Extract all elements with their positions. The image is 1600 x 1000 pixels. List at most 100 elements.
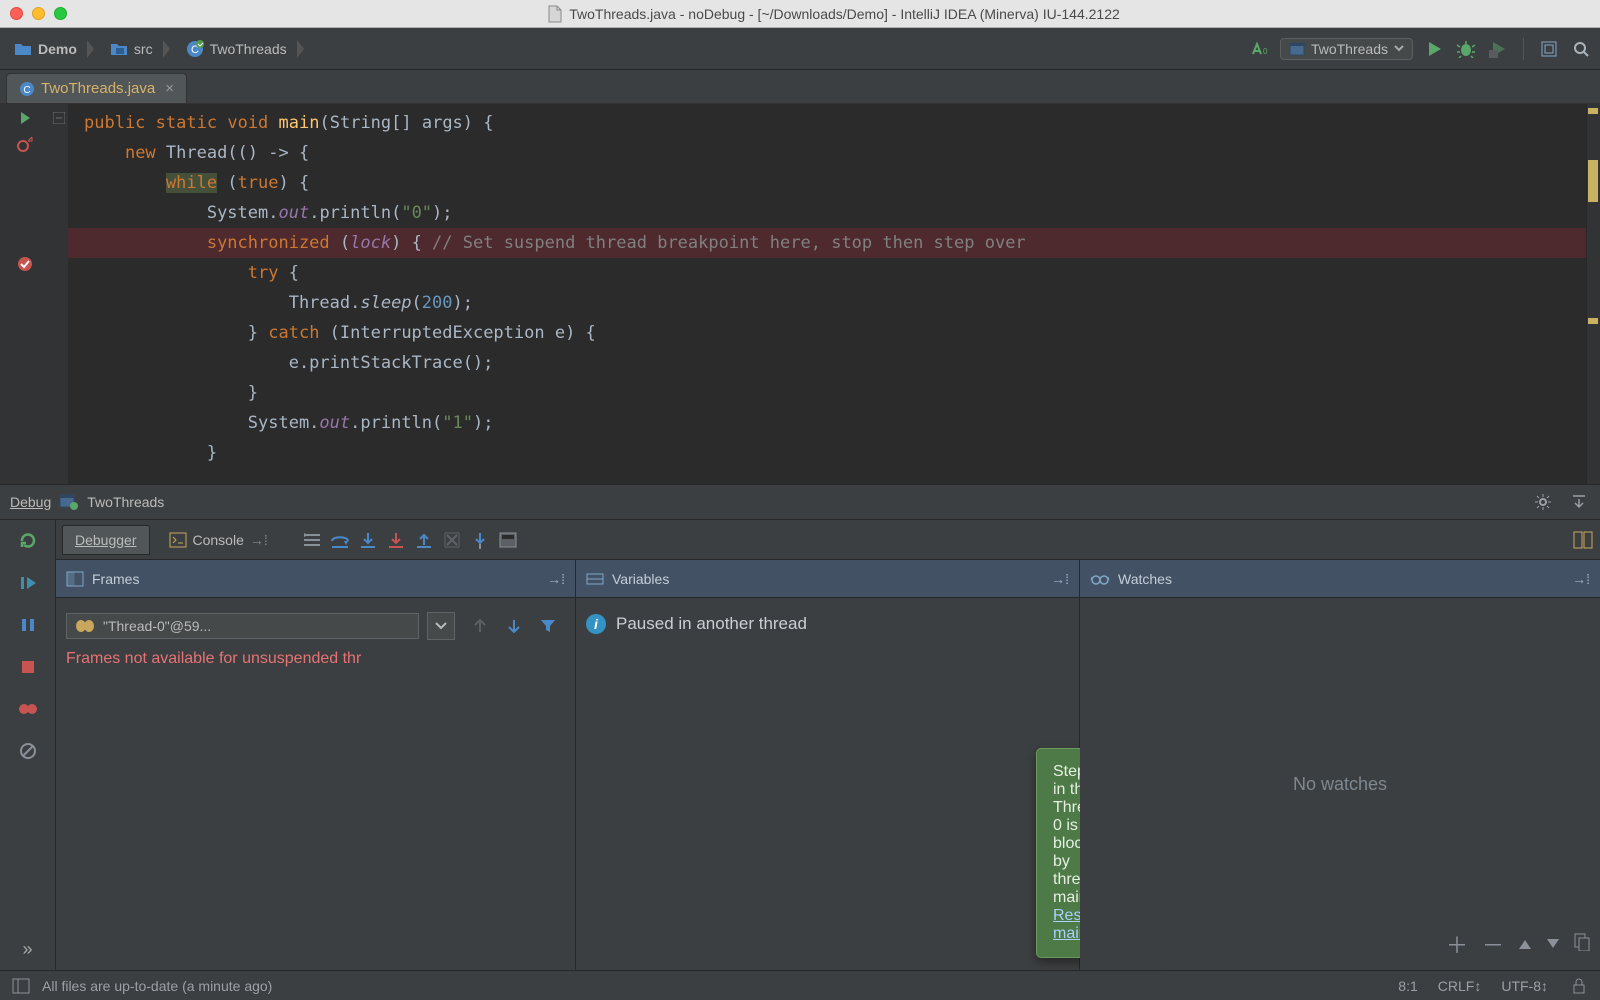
line-separator-selector[interactable]: CRLF↕ [1438,978,1482,994]
thread-selector[interactable]: "Thread-0"@59... [66,613,419,639]
file-icon [547,5,563,23]
breadcrumb-label: Demo [38,41,77,57]
force-step-into-button[interactable] [385,529,407,551]
prev-frame-button[interactable] [469,615,491,637]
restore-layout-button[interactable] [1572,529,1594,551]
run-gutter-icon[interactable] [15,108,35,128]
lock-icon [1572,978,1586,994]
variables-msg-text: Paused in another thread [616,614,807,634]
debug-toolwindow-header[interactable]: Debug TwoThreads [0,484,1600,520]
frames-panel-header[interactable]: Frames →⁞ [56,560,575,598]
debug-panels: Frames →⁞ "Thread-0"@59... [56,560,1600,970]
view-breakpoints-button[interactable] [17,698,39,720]
breadcrumb-class[interactable]: C TwoThreads [180,37,314,61]
readonly-toggle[interactable] [1568,975,1590,997]
run-config-name: TwoThreads [1311,41,1388,57]
debugger-tab-label: Debugger [75,532,137,548]
encoding-selector[interactable]: UTF-8↕ [1501,978,1548,994]
resume-button[interactable] [17,572,39,594]
run-to-cursor-button[interactable] [469,529,491,551]
search-icon [1572,40,1590,58]
fold-column[interactable] [50,104,68,484]
settings-button[interactable] [1532,491,1554,513]
rerun-button[interactable] [17,530,39,552]
more-button[interactable]: » [17,938,39,960]
search-everywhere-button[interactable] [1570,38,1592,60]
fold-icon[interactable] [53,112,65,124]
status-message: All files are up-to-date (a minute ago) [42,978,272,994]
svg-text:01: 01 [1263,47,1268,56]
class-icon: C [19,81,35,97]
frames-panel-title: Frames [92,571,139,587]
info-icon: i [586,614,606,634]
breadcrumb-label: TwoThreads [210,41,287,57]
editor-tab-twothreads[interactable]: C TwoThreads.java × [6,73,187,103]
caret-position[interactable]: 8:1 [1398,978,1417,994]
panel-options-button[interactable]: →⁞ [1051,571,1069,587]
toolwindows-quick-access-button[interactable] [10,975,32,997]
minimize-window-button[interactable] [32,7,45,20]
source-folder-icon [110,41,128,57]
chevron-down-icon [435,621,447,631]
debugger-toolbar: Debugger Console →⁞ [56,520,1600,560]
step-into-button[interactable] [357,529,379,551]
code-editor[interactable]: public static void main(String[] args) {… [68,104,1600,484]
close-window-button[interactable] [10,7,23,20]
application-icon [59,493,79,511]
mute-breakpoints-button[interactable] [17,740,39,762]
zoom-window-button[interactable] [54,7,67,20]
watches-empty-label: No watches ＋ － [1080,598,1600,970]
run-config-selector[interactable]: TwoThreads [1280,38,1413,60]
highlight-marker[interactable] [1588,160,1598,202]
breadcrumb-project[interactable]: Demo [8,37,104,61]
breadcrumb-src[interactable]: src [104,37,180,61]
breakpoint-icon[interactable] [15,254,35,274]
window-title: TwoThreads.java - noDebug - [~/Downloads… [77,5,1590,23]
gutter[interactable] [0,104,50,484]
filter-icon [540,618,556,634]
thread-dropdown-button[interactable] [427,612,455,640]
gear-icon [1534,493,1552,511]
step-out-button[interactable] [413,529,435,551]
next-frame-button[interactable] [503,615,525,637]
project-structure-button[interactable] [1538,38,1560,60]
filter-button[interactable] [537,615,559,637]
highlight-marker[interactable] [1588,318,1598,324]
thread-selector-row: "Thread-0"@59... [66,612,565,640]
variables-panel-header[interactable]: Variables →⁞ [576,560,1079,598]
show-execution-point-button[interactable] [301,529,323,551]
stop-button[interactable] [17,656,39,678]
folder-icon [14,41,32,57]
debugger-tab[interactable]: Debugger [62,525,150,555]
warning-marker[interactable] [1588,108,1598,114]
console-tab[interactable]: Console →⁞ [156,525,281,555]
move-up-watch-button[interactable] [1518,934,1532,955]
breadcrumb-label: src [134,41,153,57]
move-down-watch-button[interactable] [1546,934,1560,955]
remove-watch-button[interactable]: － [1482,928,1504,960]
debug-button[interactable] [1455,38,1477,60]
error-stripe[interactable] [1586,104,1600,484]
traffic-lights [10,7,67,20]
close-tab-button[interactable]: × [165,80,174,97]
method-exit-icon[interactable] [15,134,35,154]
glasses-icon [1090,571,1110,587]
run-coverage-button[interactable] [1487,38,1509,60]
watches-panel-header[interactable]: Watches →⁞ [1080,560,1600,598]
thread-name: "Thread-0"@59... [103,618,211,634]
panel-options-button[interactable]: →⁞ [547,571,565,587]
copy-watch-button[interactable] [1574,933,1590,956]
variables-panel: Variables →⁞ i Paused in another thread … [576,560,1080,970]
drop-frame-button[interactable] [441,529,463,551]
class-icon: C [186,40,204,58]
hide-button[interactable] [1568,491,1590,513]
evaluate-button[interactable] [497,529,519,551]
svg-text:C: C [23,85,30,96]
watches-panel: Watches →⁞ No watches ＋ － [1080,560,1600,970]
run-button[interactable] [1423,38,1445,60]
add-watch-button[interactable]: ＋ [1446,928,1468,960]
panel-options-button[interactable]: →⁞ [1572,571,1590,587]
pause-button[interactable] [17,614,39,636]
make-project-button[interactable]: 01 [1248,38,1270,60]
step-over-button[interactable] [329,529,351,551]
